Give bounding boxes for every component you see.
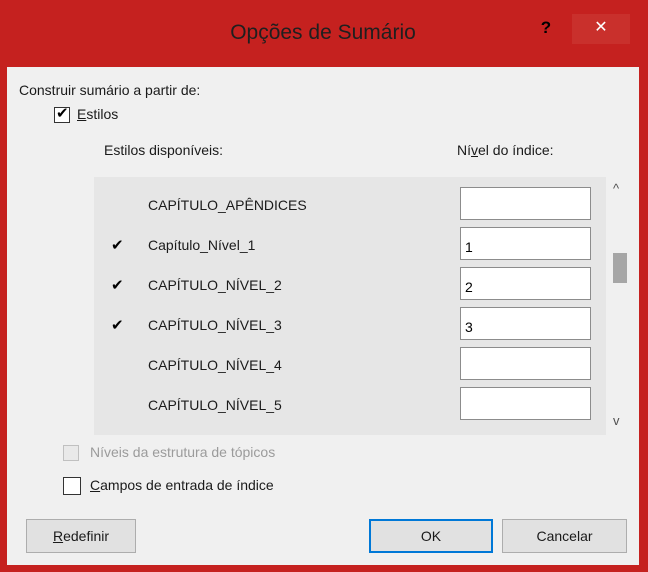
build-from-label: Construir sumário a partir de:	[19, 82, 201, 98]
style-name[interactable]: CAPÍTULO_APÊNDICES	[148, 197, 307, 213]
styles-scrollbar[interactable]: ^ v	[606, 177, 634, 435]
check-icon: ✔	[56, 105, 69, 122]
cancel-button[interactable]: Cancelar	[502, 519, 627, 553]
style-name[interactable]: CAPÍTULO_NÍVEL_3	[148, 317, 282, 333]
index-level-label-accel: v	[471, 142, 478, 158]
style-level-input[interactable]	[460, 347, 591, 380]
style-level-input[interactable]	[460, 307, 591, 340]
scroll-thumb[interactable]	[613, 253, 627, 283]
style-level-input[interactable]	[460, 267, 591, 300]
styles-checkbox[interactable]: ✔	[54, 105, 70, 123]
close-button[interactable]: ✕	[572, 14, 630, 44]
style-name[interactable]: Capítulo_Nível_1	[148, 237, 255, 253]
dialog-frame: Opções de Sumário ? ✕ Construir sumário …	[0, 0, 648, 572]
style-name[interactable]: CAPÍTULO_NÍVEL_4	[148, 357, 282, 373]
index-level-label-pre: Ní	[457, 142, 471, 158]
index-fields-label[interactable]: Campos de entrada de índice	[90, 477, 274, 493]
reset-button-rest: edefinir	[63, 528, 110, 544]
reset-button-accel: R	[52, 528, 64, 544]
dialog-content: Construir sumário a partir de: ✔ Estilos…	[7, 67, 639, 565]
style-check-icon: ✔	[111, 277, 124, 294]
index-fields-checkbox[interactable]	[63, 477, 81, 495]
available-styles-label: Estilos disponíveis:	[104, 142, 224, 158]
title-bar[interactable]: Opções de Sumário ? ✕	[7, 7, 639, 67]
close-icon: ✕	[594, 19, 608, 36]
scroll-up-icon[interactable]: ^	[613, 181, 619, 196]
styles-label[interactable]: Estilos	[77, 106, 118, 122]
style-level-input[interactable]	[460, 227, 591, 260]
outline-levels-checkbox[interactable]	[63, 445, 79, 461]
style-check-icon: ✔	[111, 317, 124, 334]
style-check-icon: ✔	[111, 237, 124, 254]
scroll-down-icon[interactable]: v	[613, 413, 620, 428]
help-button[interactable]: ?	[533, 16, 559, 42]
outline-levels-label[interactable]: Níveis da estrutura de tópicos	[90, 444, 275, 460]
style-level-input[interactable]	[460, 187, 591, 220]
styles-label-accel: E	[77, 106, 87, 122]
styles-label-rest: stilos	[86, 106, 119, 122]
style-level-input[interactable]	[460, 387, 591, 420]
index-fields-label-rest: ampos de entrada de índice	[100, 477, 274, 493]
styles-list[interactable]: CAPÍTULO_APÊNDICES ✔ Capítulo_Nível_1 ✔ …	[94, 177, 606, 435]
ok-button[interactable]: OK	[369, 519, 493, 553]
index-fields-label-accel: C	[90, 477, 101, 493]
index-level-label: Nível do índice:	[457, 142, 554, 158]
style-name[interactable]: CAPÍTULO_NÍVEL_2	[148, 277, 282, 293]
reset-button[interactable]: Redefinir	[26, 519, 136, 553]
index-level-label-post: el do índice:	[478, 142, 554, 158]
style-name[interactable]: CAPÍTULO_NÍVEL_5	[148, 397, 282, 413]
dialog-window: Opções de Sumário ? ✕ Construir sumário …	[7, 7, 639, 565]
